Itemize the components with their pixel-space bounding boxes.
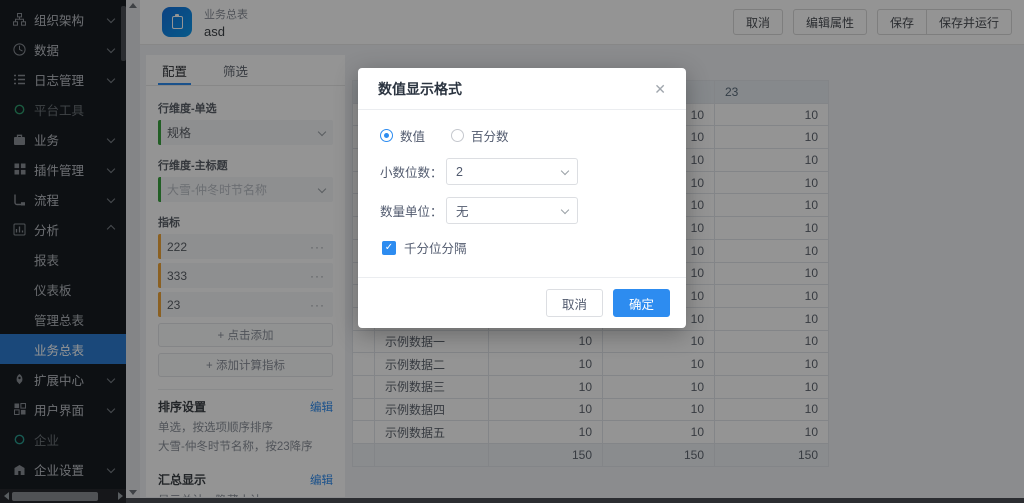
thousands-separator-checkbox[interactable]: ✓ 千分位分隔 (382, 238, 664, 257)
quantity-unit-select[interactable]: 无 (446, 197, 578, 224)
decimal-places-label: 小数位数： (380, 162, 446, 181)
quantity-unit-label: 数量单位： (380, 201, 446, 220)
chevron-down-icon (561, 166, 569, 174)
dialog-title: 数值显示格式 (378, 79, 462, 99)
radio-dot-icon (380, 129, 393, 142)
radio-percent[interactable]: 百分数 (451, 126, 509, 145)
close-icon[interactable]: ✕ (654, 82, 666, 96)
format-radio-group: 数值 百分数 (380, 126, 664, 145)
number-format-dialog: 数值显示格式 ✕ 数值 百分数 小数位数： 2 (358, 68, 686, 328)
dialog-cancel-button[interactable]: 取消 (546, 289, 603, 317)
chevron-down-icon (561, 205, 569, 213)
radio-dot-icon (451, 129, 464, 142)
checkbox-check-icon: ✓ (382, 241, 396, 255)
decimal-places-select[interactable]: 2 (446, 158, 578, 185)
dialog-ok-button[interactable]: 确定 (613, 289, 670, 317)
app-window: 组织架构 数据 日志管理 平台工具 业务 插件管理 流 (0, 0, 1024, 503)
radio-number[interactable]: 数值 (380, 126, 425, 145)
